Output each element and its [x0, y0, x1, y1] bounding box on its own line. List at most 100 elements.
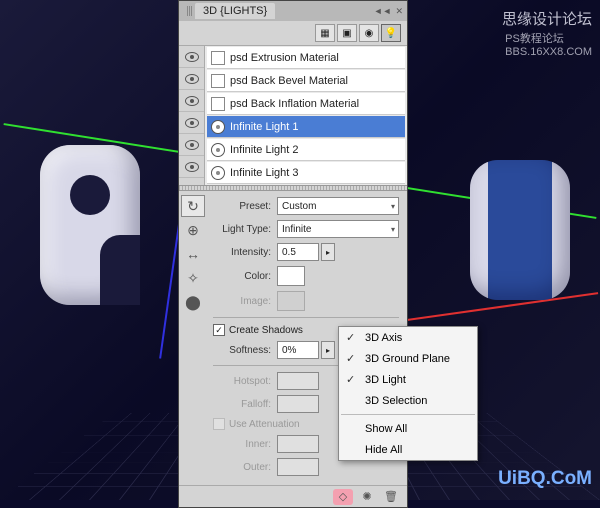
softness-input[interactable]: 0% [277, 341, 319, 359]
menu-label: 3D Ground Plane [365, 353, 450, 365]
eye-icon [185, 74, 199, 84]
check-icon: ✓ [346, 331, 355, 344]
light-type-label: Light Type: [213, 224, 277, 235]
rotate-tool-button[interactable]: ↻ [181, 195, 205, 217]
3d-object-s[interactable] [470, 160, 590, 310]
layer-label: Infinite Light 2 [230, 144, 299, 156]
menu-item-3d-light[interactable]: ✓3D Light [339, 369, 477, 390]
create-shadows-checkbox[interactable]: ✓ [213, 324, 225, 336]
intensity-input[interactable]: 0.5 [277, 243, 319, 261]
panel-close-icon[interactable]: ✕ [395, 6, 403, 17]
menu-label: Show All [365, 423, 407, 435]
color-tool-button[interactable]: ⬤ [181, 291, 205, 313]
layers-list: psd Extrusion Material psd Back Bevel Ma… [205, 46, 407, 185]
intensity-stepper[interactable]: ▸ [321, 243, 335, 261]
color-label: Color: [213, 271, 277, 282]
layer-label: psd Extrusion Material [230, 52, 339, 64]
menu-item-show-all[interactable]: Show All [339, 418, 477, 439]
filter-mesh-button[interactable]: ▣ [337, 24, 357, 42]
hotspot-input [277, 372, 319, 390]
slide-tool-button[interactable]: ↔ [181, 243, 205, 265]
outer-input [277, 458, 319, 476]
menu-item-hide-all[interactable]: Hide All [339, 439, 477, 460]
softness-label: Softness: [213, 345, 277, 356]
panel-collapse-icon[interactable]: ◄◄ [374, 6, 392, 17]
filter-scene-button[interactable]: ▦ [315, 24, 335, 42]
visibility-toggle[interactable] [179, 90, 204, 112]
use-attenuation-checkbox [213, 418, 225, 430]
panel-tab-bar: 3D {LIGHTS} ◄◄ ✕ [179, 1, 407, 21]
menu-item-3d-selection[interactable]: 3D Selection [339, 390, 477, 411]
eye-icon [185, 96, 199, 106]
panel-footer: ◇ ✺ 🗑 [179, 485, 407, 507]
point-icon: ✧ [187, 270, 199, 287]
outer-label: Outer: [213, 462, 277, 473]
pan-icon: ⊕ [187, 222, 199, 239]
material-icon [211, 97, 225, 111]
watermark-text-2: PS教程论坛 BBS.16XX8.COM [505, 30, 592, 58]
panel-drag-handle[interactable] [183, 6, 195, 16]
rotate-icon: ↻ [187, 198, 199, 215]
visibility-column [179, 46, 205, 185]
light-icon [211, 166, 225, 180]
filter-mode-row: ▦ ▣ ◉ 💡 [179, 21, 407, 46]
watermark-text-1: 思缘设计论坛 [502, 8, 592, 29]
layer-item[interactable]: Infinite Light 3 [207, 162, 405, 184]
watermark-text-3: UiBQ.CoM [498, 468, 592, 490]
eye-icon [185, 140, 199, 150]
filter-light-button[interactable]: 💡 [381, 24, 401, 42]
toggle-overlays-button[interactable]: ◇ [333, 489, 353, 505]
layer-label: psd Back Inflation Material [230, 98, 359, 110]
visibility-toggle[interactable] [179, 112, 204, 134]
material-icon [211, 74, 225, 88]
pan-tool-button[interactable]: ⊕ [181, 219, 205, 241]
image-label: Image: [213, 296, 277, 307]
preset-dropdown[interactable]: Custom [277, 197, 399, 215]
layer-item[interactable]: Infinite Light 1 [207, 116, 405, 138]
layer-item[interactable]: psd Back Bevel Material [207, 70, 405, 92]
light-type-dropdown[interactable]: Infinite [277, 220, 399, 238]
hotspot-label: Hotspot: [213, 376, 277, 387]
falloff-label: Falloff: [213, 399, 277, 410]
create-shadows-label: Create Shadows [229, 325, 303, 336]
layer-label: Infinite Light 3 [230, 167, 299, 179]
color-swatch[interactable] [277, 266, 305, 286]
panel-controls: ◄◄ ✕ [374, 6, 403, 17]
eye-icon [185, 52, 199, 62]
menu-separator [341, 414, 475, 415]
panel-tab-3d[interactable]: 3D {LIGHTS} [195, 3, 275, 19]
slide-icon: ↔ [186, 246, 200, 262]
filter-material-button[interactable]: ◉ [359, 24, 379, 42]
layer-item[interactable]: Infinite Light 2 [207, 139, 405, 161]
eye-icon [185, 118, 199, 128]
preset-label: Preset: [213, 201, 277, 212]
visibility-toggle[interactable] [179, 156, 204, 178]
menu-label: 3D Selection [365, 395, 427, 407]
check-icon: ✓ [346, 352, 355, 365]
visibility-toggle[interactable] [179, 134, 204, 156]
visibility-toggle[interactable] [179, 46, 204, 68]
light-icon [211, 120, 225, 134]
menu-label: 3D Axis [365, 332, 402, 344]
layer-item[interactable]: psd Extrusion Material [207, 47, 405, 69]
point-tool-button[interactable]: ✧ [181, 267, 205, 289]
menu-label: Hide All [365, 444, 402, 456]
menu-item-3d-axis[interactable]: ✓ 3D Axis [339, 327, 477, 348]
menu-label: 3D Light [365, 374, 406, 386]
light-tools-column: ↻ ⊕ ↔ ✧ ⬤ [179, 191, 209, 485]
new-light-button[interactable]: ✺ [357, 489, 377, 505]
menu-item-3d-ground-plane[interactable]: ✓ 3D Ground Plane [339, 348, 477, 369]
inner-input [277, 435, 319, 453]
layer-label: Infinite Light 1 [230, 121, 299, 133]
light-icon [211, 143, 225, 157]
intensity-label: Intensity: [213, 247, 277, 258]
overlay-context-menu: ✓ 3D Axis ✓ 3D Ground Plane ✓3D Light 3D S… [338, 326, 478, 461]
layer-label: psd Back Bevel Material [230, 75, 348, 87]
material-icon [211, 51, 225, 65]
softness-stepper[interactable]: ▸ [321, 341, 335, 359]
layer-item[interactable]: psd Back Inflation Material [207, 93, 405, 115]
visibility-toggle[interactable] [179, 68, 204, 90]
eye-icon [185, 162, 199, 172]
axis-manipulator[interactable] [30, 270, 110, 310]
delete-button[interactable]: 🗑 [381, 489, 401, 505]
